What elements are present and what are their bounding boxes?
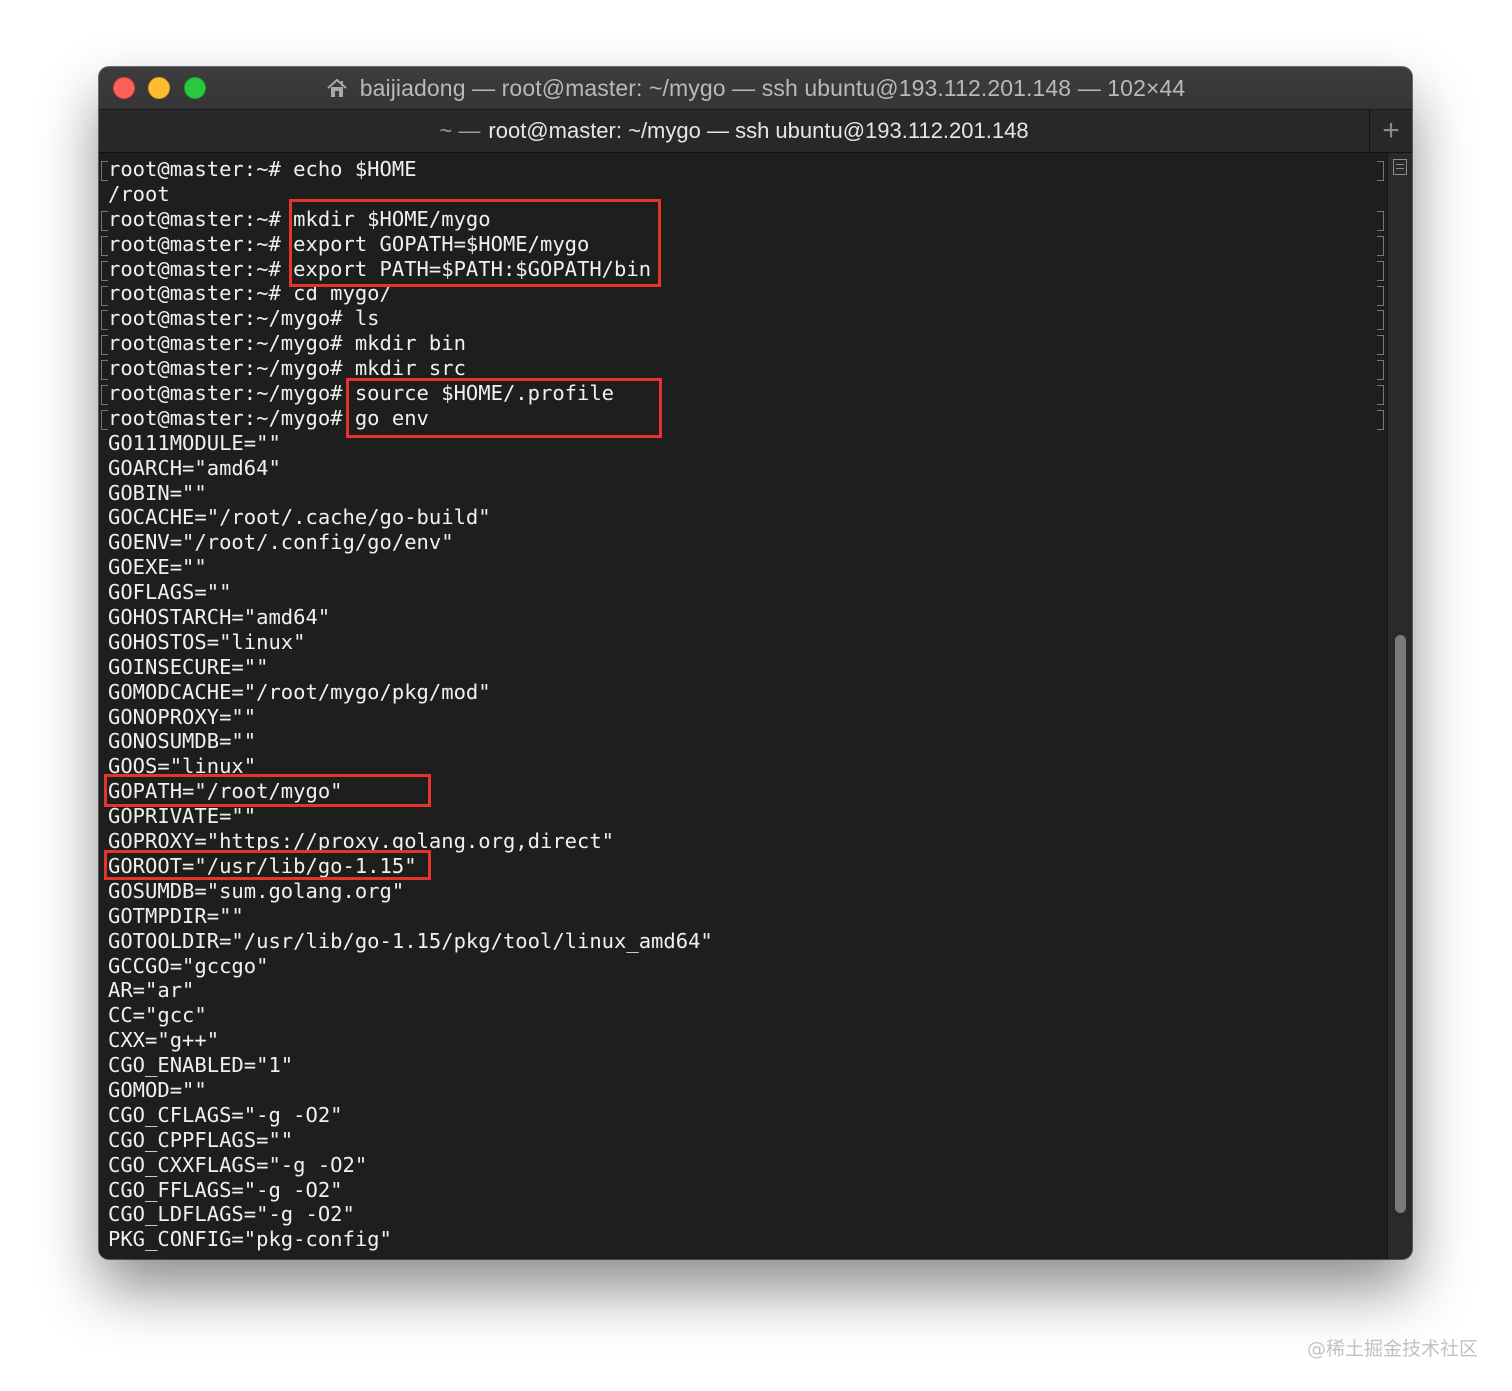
prompt-mark-right [1377, 385, 1384, 406]
prompt-mark-left [101, 285, 108, 306]
prompt-mark-right [1377, 285, 1384, 306]
terminal-line: CGO_FFLAGS="-g -O2" [108, 1177, 343, 1202]
prompt-mark-right [1377, 235, 1384, 256]
terminal-line: CGO_CXXFLAGS="-g -O2" [108, 1152, 368, 1177]
terminal-line: GOMOD="" [108, 1077, 207, 1102]
tab-label: root@master: ~/mygo — ssh ubuntu@193.112… [488, 118, 1029, 143]
terminal-content[interactable]: root@master:~# echo $HOME/root root@maste… [99, 153, 1387, 1259]
terminal-line: GOARCH="amd64" [108, 455, 281, 480]
terminal-line: GOSUMDB="sum.golang.org" [108, 878, 405, 903]
terminal-line: GOBIN="" [108, 480, 207, 505]
prompt-mark-left [101, 161, 108, 181]
terminal-line: GOFLAGS="" [108, 580, 232, 605]
prompt-mark-left [101, 410, 108, 430]
prompt-mark-left [101, 360, 108, 381]
prompt-mark-left [101, 210, 108, 231]
terminal-output: root@master:~# echo $HOME/root root@maste… [108, 157, 713, 1252]
terminal-line: GOHOSTARCH="amd64" [108, 605, 331, 630]
terminal-line: CGO_CFLAGS="-g -O2" [108, 1102, 343, 1127]
highlight-box [289, 199, 661, 287]
prompt-mark-left [101, 310, 108, 331]
terminal-line: CGO_ENABLED="1" [108, 1053, 294, 1078]
terminal-line: root@master:~# echo $HOME [108, 157, 417, 181]
highlight-box [104, 850, 431, 880]
highlight-box [346, 378, 662, 438]
terminal-line: AR="ar" [108, 978, 195, 1003]
prompt-mark-right [1377, 260, 1384, 281]
terminal-line: CXX="g++" [108, 1028, 220, 1053]
terminal-line: GOTMPDIR="" [108, 903, 244, 928]
prompt-mark-right [1377, 210, 1384, 231]
title-bar[interactable]: baijiadong — root@master: ~/mygo — ssh u… [99, 67, 1412, 110]
terminal-line: GOCACHE="/root/.cache/go-build" [108, 505, 491, 530]
prompt-mark-right [1377, 410, 1384, 430]
prompt-mark-right [1377, 161, 1384, 181]
terminal-line: GCCGO="gccgo" [108, 953, 269, 978]
terminal-line: CGO_CPPFLAGS="" [108, 1127, 294, 1152]
prompt-mark-right [1377, 310, 1384, 331]
prompt-mark-left [101, 235, 108, 256]
window-title-container: baijiadong — root@master: ~/mygo — ssh u… [99, 67, 1412, 109]
new-tab-button[interactable]: + [1369, 110, 1412, 152]
prompt-mark-left [101, 260, 108, 281]
terminal-line: CC="gcc" [108, 1003, 207, 1028]
terminal-line: GONOPROXY="" [108, 704, 257, 729]
terminal-line: CGO_LDFLAGS="-g -O2" [108, 1202, 355, 1227]
terminal-line: GONOSUMDB="" [108, 729, 257, 754]
scrollbar[interactable] [1387, 153, 1412, 1259]
tab-bar: ~ — root@master: ~/mygo — ssh ubuntu@193… [99, 110, 1412, 153]
prompt-mark-left [101, 385, 108, 406]
scrollbar-thumb[interactable] [1395, 635, 1406, 1213]
window-title: baijiadong — root@master: ~/mygo — ssh u… [359, 74, 1186, 101]
tab-active[interactable]: ~ — root@master: ~/mygo — ssh ubuntu@193… [99, 110, 1369, 152]
split-pane-icon[interactable] [1393, 159, 1407, 175]
terminal-line: GOEXE="" [108, 555, 207, 580]
terminal-line: root@master:~/mygo# ls [108, 306, 380, 331]
home-icon [326, 77, 348, 99]
terminal-line: GOPRIVATE="" [108, 804, 257, 829]
prompt-mark-right [1377, 335, 1384, 356]
terminal-line: PKG_CONFIG="pkg-config" [108, 1227, 392, 1252]
terminal-line: root@master:~/mygo# mkdir bin [108, 331, 466, 356]
watermark: @稀土掘金技术社区 [1306, 1338, 1478, 1360]
terminal-line: GOHOSTOS="linux" [108, 629, 306, 654]
terminal-window: baijiadong — root@master: ~/mygo — ssh u… [99, 67, 1412, 1259]
prompt-mark-right [1377, 360, 1384, 381]
prompt-mark-left [101, 335, 108, 356]
tab-prefix: ~ — [439, 118, 481, 143]
terminal-line: GOINSECURE="" [108, 654, 269, 679]
terminal-line: GOMODCACHE="/root/mygo/pkg/mod" [108, 679, 491, 704]
highlight-box [104, 774, 431, 807]
terminal-line: GOTOOLDIR="/usr/lib/go-1.15/pkg/tool/lin… [108, 928, 713, 953]
terminal-line: GOENV="/root/.config/go/env" [108, 530, 454, 555]
